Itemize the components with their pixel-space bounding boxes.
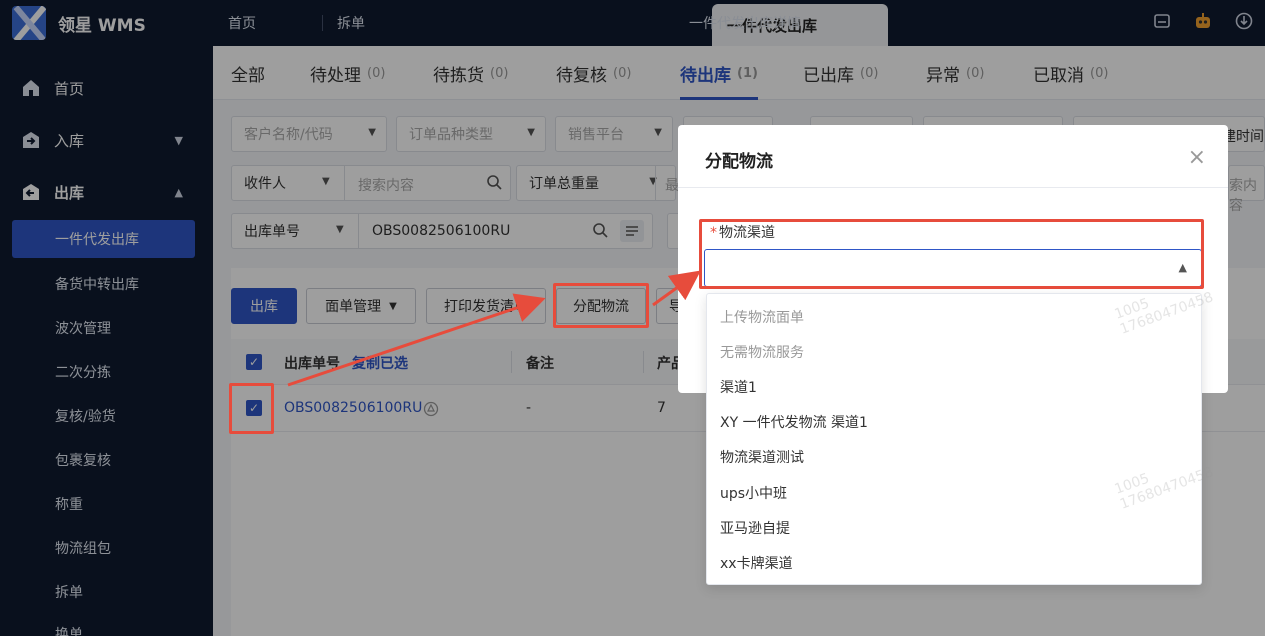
arrow-to-assign-button	[287, 293, 546, 387]
arrow-to-channel-select	[652, 270, 701, 307]
annotation-arrows	[287, 270, 701, 387]
